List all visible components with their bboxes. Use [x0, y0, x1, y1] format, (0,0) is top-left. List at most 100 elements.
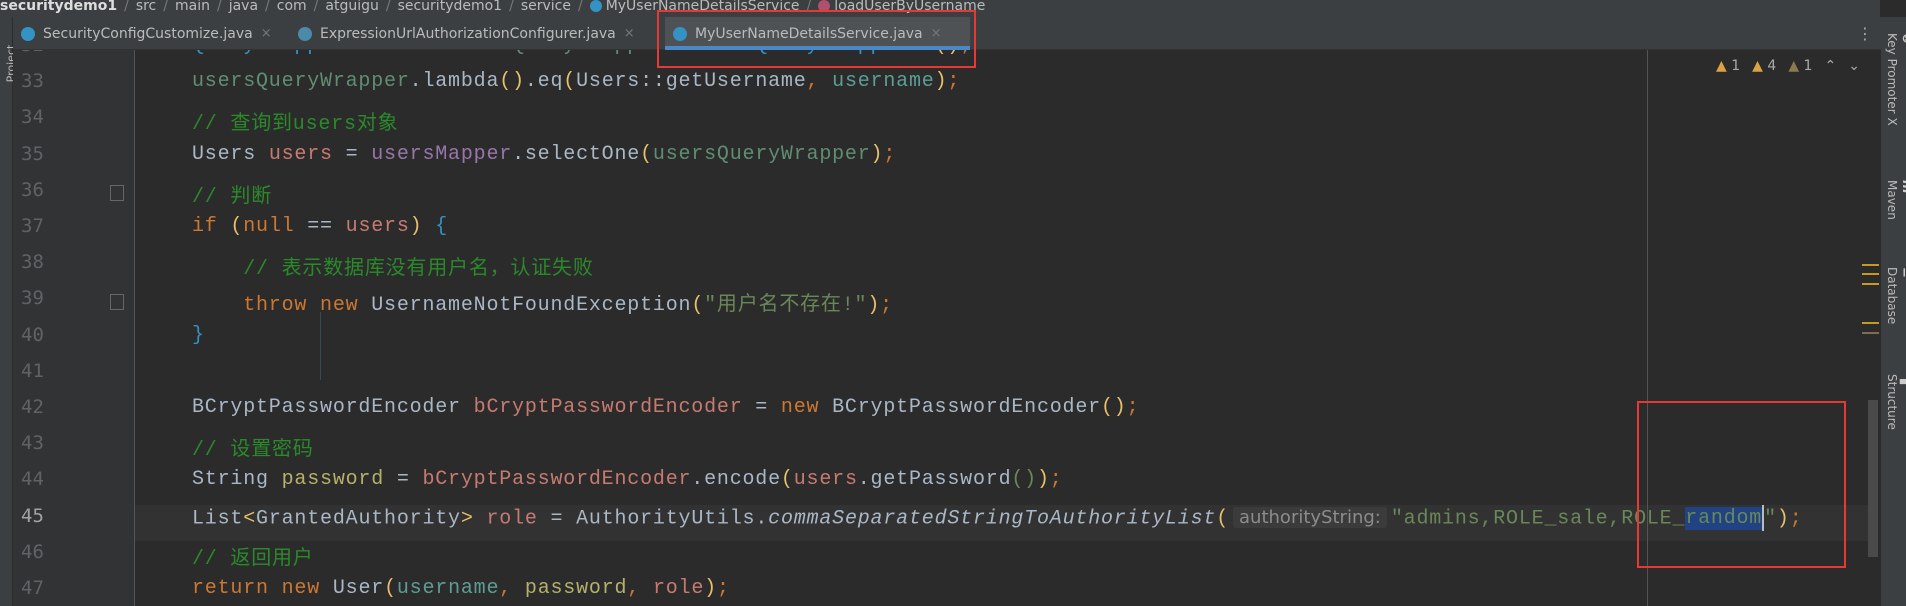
key-promoter-x-button[interactable]: ⊗ Key Promoter X: [1885, 33, 1906, 126]
tab-security-config-customize[interactable]: SecurityConfigCustomize.java ×: [13, 17, 290, 50]
close-icon[interactable]: ×: [624, 26, 635, 41]
code-token: ;: [880, 294, 893, 318]
breadcrumb-item[interactable]: java: [229, 0, 258, 13]
code-token: usersMapper: [371, 142, 513, 166]
code-token: GrantedAuthority: [256, 506, 461, 530]
line-number: 43: [21, 432, 44, 455]
warning-count[interactable]: ▲ 4: [1752, 58, 1776, 74]
code-line[interactable]: // 返回用户: [192, 541, 314, 577]
line-number: 46: [21, 540, 44, 563]
code-line[interactable]: String password = bCryptPasswordEncoder.…: [192, 468, 1063, 504]
code-token: Users: [358, 50, 422, 57]
code-token: password: [281, 468, 385, 492]
weak-warning-count[interactable]: ▲ 1: [1788, 58, 1812, 74]
code-token: BCryptPasswordEncoder: [192, 396, 474, 419]
line-number: 38: [21, 251, 44, 274]
code-token: (: [640, 142, 653, 166]
parameter-hint: authorityString:: [1233, 506, 1387, 528]
code-line[interactable]: List<GrantedAuthority> role = AuthorityU…: [192, 504, 1803, 541]
warning-count-value: 1: [1731, 58, 1741, 74]
previous-highlight-icon[interactable]: ⌃: [1824, 58, 1836, 74]
code-line[interactable]: // 表示数据库没有用户名，认证失败: [192, 251, 594, 287]
line-number: 45: [21, 504, 44, 527]
code-token: ,: [627, 577, 653, 600]
code-token: ;: [716, 577, 730, 600]
breadcrumb-separator: /: [385, 0, 391, 14]
code-token: ): [870, 142, 884, 166]
code-line[interactable]: usersQueryWrapper.lambda().eq(Users::get…: [192, 70, 960, 106]
warning-icon: ▲: [1752, 58, 1763, 74]
breadcrumb-item[interactable]: atguigu: [325, 0, 378, 13]
breadcrumb-item[interactable]: main: [175, 0, 210, 13]
code-token: .lambda: [409, 70, 500, 94]
code-token: commaSeparatedStringToAuthorityList: [768, 506, 1217, 530]
maven-button[interactable]: m Maven: [1885, 180, 1906, 220]
stripe-mark[interactable]: [1862, 332, 1879, 334]
weak-warning-icon: ▲: [1788, 58, 1800, 74]
code-token: String: [192, 468, 282, 492]
warning-count[interactable]: ▲ 1: [1716, 58, 1740, 74]
stripe-mark[interactable]: [1862, 264, 1879, 266]
inspection-widget[interactable]: ▲ 1 ▲ 4 ▲ 1 ⌃ ⌄: [1716, 58, 1860, 74]
maven-icon: m: [1899, 180, 1906, 194]
code-token: // 查询到users对象: [192, 113, 399, 137]
next-highlight-icon[interactable]: ⌄: [1848, 58, 1860, 74]
breadcrumb-item[interactable]: securitydemo1: [0, 0, 117, 13]
breadcrumb-item[interactable]: src: [136, 0, 156, 13]
stripe-mark[interactable]: [1862, 273, 1879, 275]
code-token: new: [320, 294, 372, 318]
code-token: <: [346, 50, 359, 57]
code-token: .getPassword: [857, 468, 1012, 492]
line-number: 33: [21, 70, 44, 93]
line-number: 44: [21, 468, 44, 491]
more-options-icon[interactable]: ⋮: [1857, 24, 1873, 43]
code-token: password: [524, 577, 628, 600]
code-token: ): [704, 577, 717, 600]
line-number: 39: [21, 287, 44, 310]
code-token: ,: [806, 70, 833, 94]
code-token: (: [1216, 506, 1230, 530]
fold-icon[interactable]: [110, 185, 124, 201]
code-token: // 表示数据库没有用户名，认证失败: [192, 258, 594, 282]
key-promoter-icon: ⊗: [1899, 33, 1906, 44]
code-token: (): [499, 70, 525, 94]
code-token: .encode: [691, 468, 781, 492]
code-line[interactable]: throw new UsernameNotFoundException("用户名…: [192, 287, 893, 323]
code-token: ;: [1049, 468, 1063, 492]
code-token: UsernameNotFoundException: [371, 294, 692, 318]
tab-expression-url-authorization-configurer[interactable]: ExpressionUrlAuthorizationConfigurer.jav…: [290, 17, 652, 50]
stripe-mark[interactable]: [1862, 322, 1879, 324]
database-button[interactable]: ≡ Database: [1885, 267, 1906, 324]
close-icon[interactable]: ×: [261, 26, 272, 41]
stripe-mark[interactable]: [1862, 283, 1879, 285]
code-line[interactable]: // 判断: [192, 179, 272, 215]
code-token: // 返回用户: [192, 547, 314, 571]
code-line[interactable]: }: [192, 324, 205, 360]
line-number: 35: [21, 142, 44, 165]
line-number: 37: [21, 215, 44, 237]
vertical-scrollbar[interactable]: [1868, 400, 1878, 557]
code-line[interactable]: BCryptPasswordEncoder bCryptPasswordEnco…: [192, 396, 1139, 432]
code-token: (: [563, 70, 577, 94]
breadcrumb-item[interactable]: service: [521, 0, 571, 13]
structure-button[interactable]: ▚ Structure: [1885, 374, 1906, 430]
code-token: <: [243, 506, 257, 530]
line-number: 41: [21, 359, 44, 382]
code-editor[interactable]: QueryWrapper<Users> usersQueryWrapper = …: [135, 50, 1868, 606]
class-icon: [21, 26, 35, 41]
code-line[interactable]: // 设置密码: [192, 432, 314, 468]
tool-label: Key Promoter X: [1885, 33, 1899, 126]
code-line[interactable]: if (null == users) {: [192, 215, 448, 251]
code-token: (): [1011, 468, 1037, 492]
fold-icon[interactable]: [110, 294, 124, 310]
code-line[interactable]: // 查询到users对象: [192, 106, 398, 142]
breadcrumb-item[interactable]: com: [277, 0, 307, 13]
code-token: if: [192, 215, 231, 238]
line-number: 34: [21, 106, 44, 129]
code-token: User: [332, 577, 385, 600]
code-token: username: [396, 577, 500, 600]
code-line[interactable]: Users users = usersMapper.selectOne(user…: [192, 143, 896, 179]
breadcrumb-item[interactable]: securitydemo1: [398, 0, 503, 13]
code-line[interactable]: return new User(username, password, role…: [192, 577, 730, 606]
